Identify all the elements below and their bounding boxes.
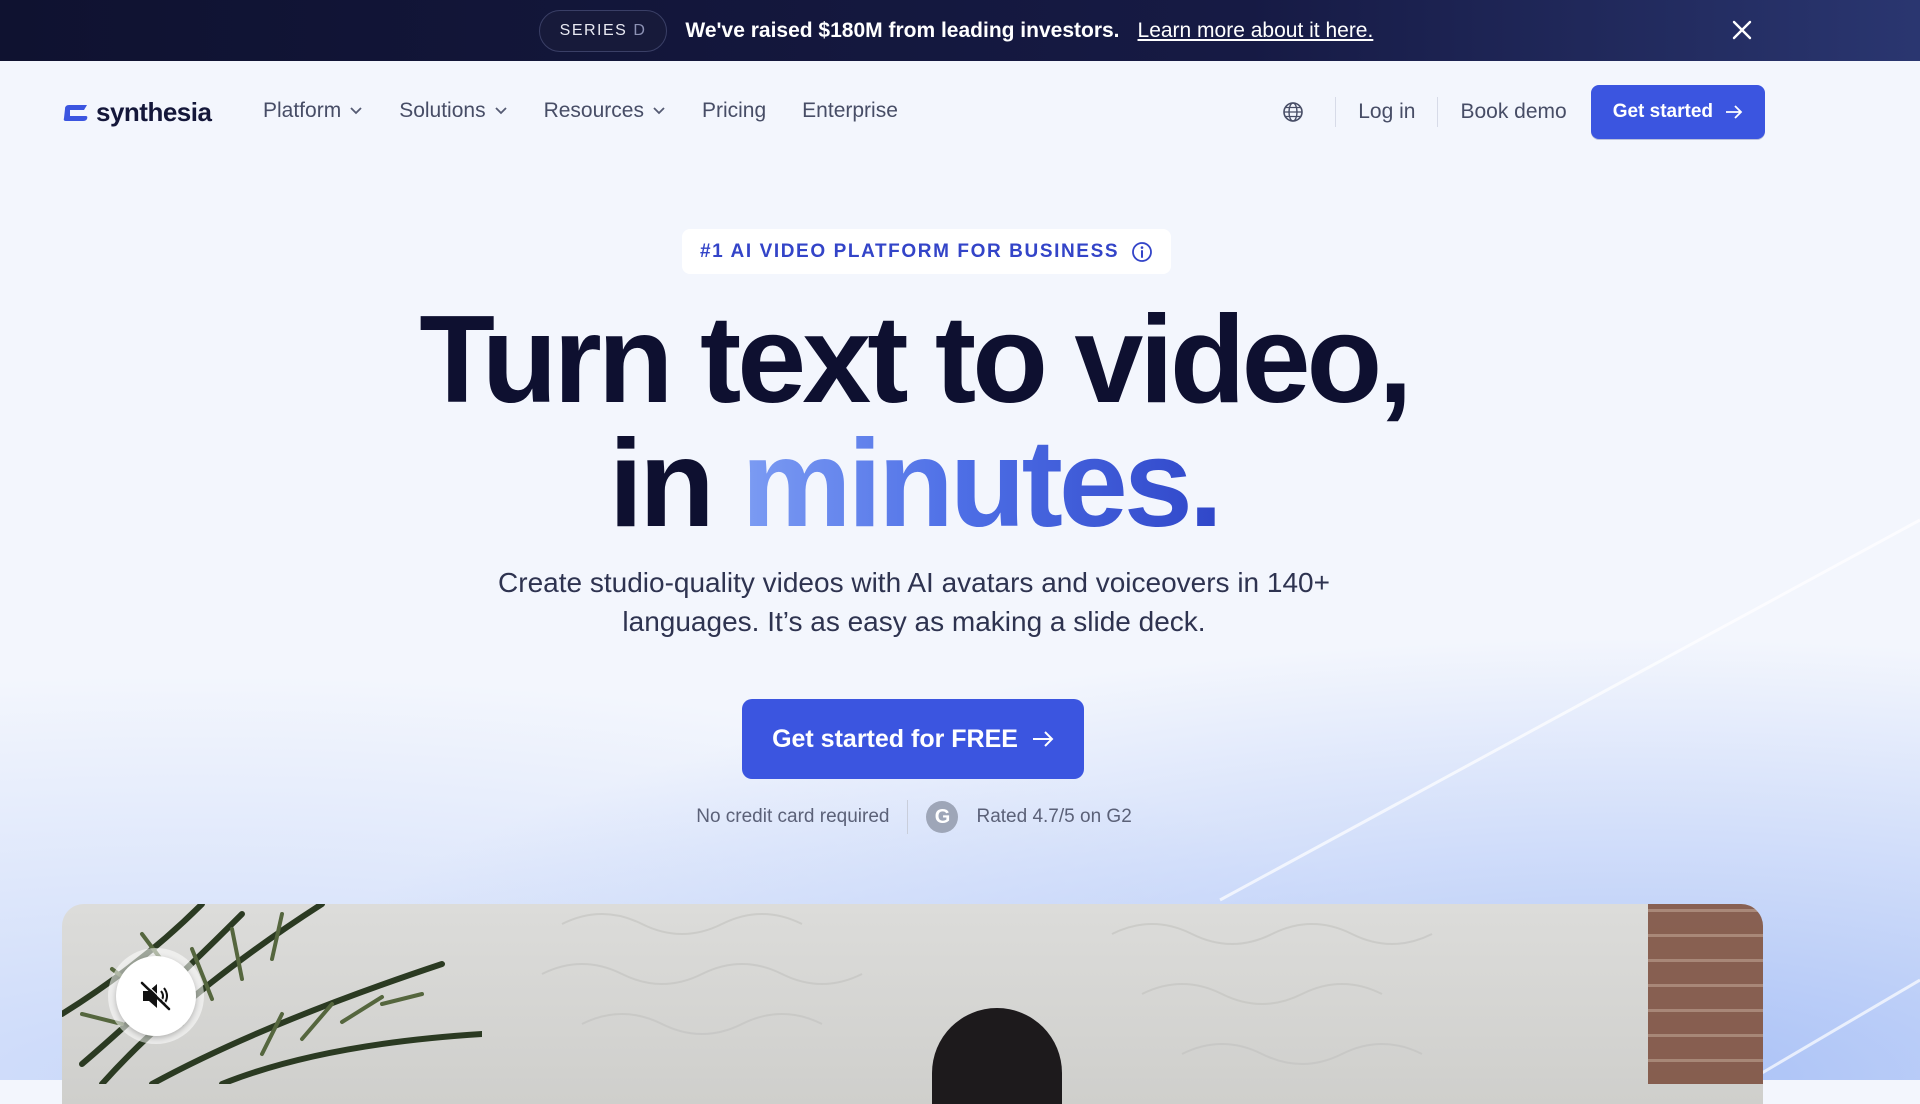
get-started-free-button[interactable]: Get started for FREE — [742, 699, 1084, 779]
nav-links: Platform Solutions Resources Pricing Ent… — [263, 61, 898, 161]
mute-button-inner — [116, 956, 196, 1036]
g2-rating-text: Rated 4.7/5 on G2 — [976, 806, 1132, 827]
banner-content: SERIES D We've raised $180M from leading… — [538, 9, 1374, 52]
hero-subtitle: Create studio-quality videos with AI ava… — [498, 567, 1330, 637]
brick-wall — [1648, 904, 1763, 1084]
series-badge-letter: D — [633, 21, 647, 39]
logo-wordmark: synthesia — [96, 97, 212, 127]
banner-message: We've raised $180M from leading investor… — [685, 18, 1120, 42]
nav-item-pricing[interactable]: Pricing — [702, 99, 766, 123]
nav-item-label: Enterprise — [802, 99, 898, 122]
nav-item-enterprise[interactable]: Enterprise — [802, 99, 898, 123]
headline-minutes: minutes. — [741, 415, 1223, 553]
get-started-label: Get started — [1612, 101, 1713, 122]
nav-item-resources[interactable]: Resources — [544, 99, 666, 123]
divider — [907, 800, 909, 834]
divider — [1437, 97, 1439, 127]
chevron-down-icon — [653, 107, 665, 115]
arrow-right-icon — [1726, 105, 1743, 119]
close-icon — [1732, 20, 1752, 40]
banner-learn-more-link[interactable]: Learn more about it here. — [1138, 19, 1374, 43]
hero-headline-line1: Turn text to video, — [419, 291, 1413, 429]
mute-toggle-button[interactable] — [108, 948, 204, 1044]
nav-item-label: Resources — [543, 99, 644, 122]
synthesia-logo[interactable]: synthesia — [62, 97, 212, 128]
nav-item-label: Solutions — [399, 99, 486, 122]
nav-item-platform[interactable]: Platform — [263, 99, 363, 123]
main-navigation: synthesia Platform Solutions Resources P… — [0, 61, 1920, 161]
volume-muted-icon — [140, 981, 172, 1011]
info-icon[interactable] — [1131, 241, 1153, 263]
book-demo-link[interactable]: Book demo — [1460, 100, 1566, 124]
hero-eyebrow-badge: #1 AI VIDEO PLATFORM FOR BUSINESS — [682, 229, 1172, 274]
hero-headline-line2: in minutes. — [0, 422, 1828, 546]
globe-icon — [1283, 102, 1304, 122]
nav-item-label: Platform — [263, 99, 342, 122]
nav-actions: Log in Book demo Get started — [1273, 85, 1765, 139]
no-credit-card-text: No credit card required — [696, 806, 890, 827]
banner-close-button[interactable] — [1724, 12, 1760, 48]
eyebrow-text: #1 AI VIDEO PLATFORM FOR BUSINESS — [700, 240, 1120, 262]
nav-item-solutions[interactable]: Solutions — [399, 99, 507, 123]
hero-video[interactable] — [62, 904, 1763, 1104]
headline-in: in — [608, 415, 742, 553]
login-link[interactable]: Log in — [1358, 100, 1415, 124]
divider — [1335, 97, 1337, 127]
synthesia-logo-icon — [63, 104, 88, 121]
series-badge-label: SERIES — [559, 21, 628, 39]
language-selector[interactable] — [1273, 92, 1313, 132]
cta-label: Get started for FREE — [772, 724, 1018, 753]
chevron-down-icon — [350, 107, 362, 115]
g2-icon: G — [926, 801, 959, 833]
get-started-button[interactable]: Get started — [1590, 85, 1765, 139]
nav-item-label: Pricing — [701, 99, 767, 122]
announcement-banner: SERIES D We've raised $180M from leading… — [0, 0, 1920, 61]
series-badge: SERIES D — [538, 9, 668, 52]
trust-row: No credit card required G Rated 4.7/5 on… — [0, 800, 1828, 834]
arrow-right-icon — [1032, 731, 1054, 747]
chevron-down-icon — [494, 107, 507, 115]
